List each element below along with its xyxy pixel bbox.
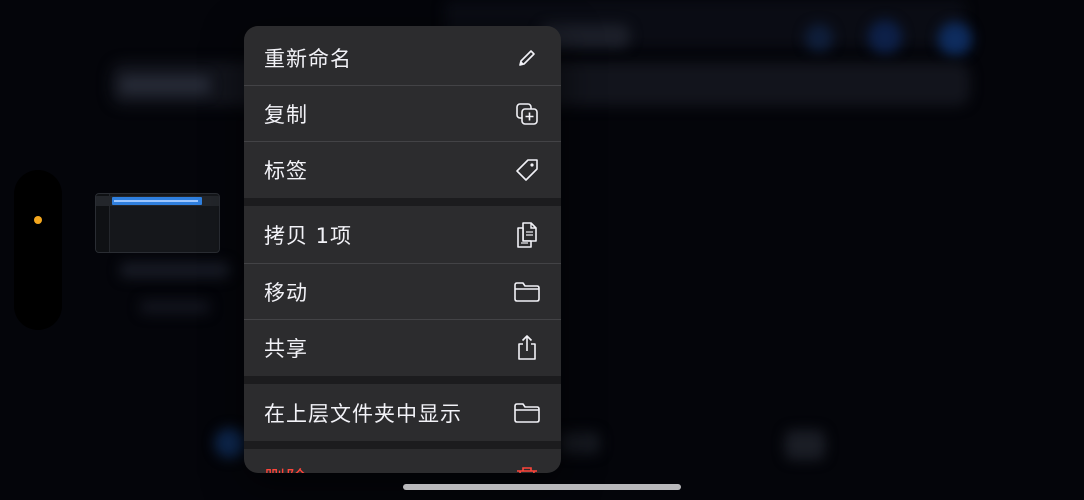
menu-item-tags[interactable]: 标签 xyxy=(244,142,561,198)
file-thumbnail[interactable] xyxy=(95,193,220,253)
background-tab-icon xyxy=(215,428,245,458)
copy-document-icon xyxy=(513,221,541,249)
status-dot xyxy=(34,216,42,224)
menu-item-share[interactable]: 共享 xyxy=(244,320,561,376)
menu-item-copy[interactable]: 拷贝 1项 xyxy=(244,207,561,263)
menu-item-label: 标签 xyxy=(264,159,308,183)
menu-item-label: 复制 xyxy=(264,103,308,127)
background-toolbar-button xyxy=(868,20,902,54)
context-menu: 重新命名 复制 标签 拷贝 1项 移动 共享 在上层文件夹中显示 xyxy=(244,26,561,473)
background-file-name xyxy=(120,262,230,278)
menu-item-label: 重新命名 xyxy=(264,47,352,71)
screen: 重新命名 复制 标签 拷贝 1项 移动 共享 在上层文件夹中显示 xyxy=(0,0,1084,500)
menu-item-label: 共享 xyxy=(264,337,308,361)
menu-item-label: 移动 xyxy=(264,281,308,305)
menu-item-move[interactable]: 移动 xyxy=(244,264,561,320)
share-icon xyxy=(513,334,541,362)
menu-item-delete[interactable]: 删除 xyxy=(244,450,561,473)
menu-item-duplicate[interactable]: 复制 xyxy=(244,86,561,142)
trash-icon xyxy=(513,464,541,473)
menu-section-gap xyxy=(244,376,561,384)
background-tab-icon xyxy=(560,432,600,454)
menu-section-gap xyxy=(244,198,561,206)
folder-icon xyxy=(513,399,541,427)
pencil-icon xyxy=(513,44,541,72)
menu-section-gap xyxy=(244,441,561,449)
background-toolbar-button xyxy=(805,24,833,52)
folder-icon xyxy=(513,278,541,306)
tag-icon xyxy=(513,156,541,184)
menu-item-label: 拷贝 1项 xyxy=(264,224,353,248)
thumbnail-selected-text xyxy=(114,200,198,202)
background-toolbar-button xyxy=(938,22,972,56)
menu-item-rename[interactable]: 重新命名 xyxy=(244,30,561,86)
menu-item-label: 在上层文件夹中显示 xyxy=(264,402,462,426)
home-indicator[interactable] xyxy=(403,484,681,490)
menu-item-show-in-enclosing-folder[interactable]: 在上层文件夹中显示 xyxy=(244,385,561,441)
background-tab-icon xyxy=(785,430,825,460)
side-rail xyxy=(14,170,62,330)
background-file-meta xyxy=(140,300,210,314)
duplicate-icon xyxy=(513,100,541,128)
menu-item-label: 删除 xyxy=(264,463,308,473)
background-search-text xyxy=(120,76,210,94)
